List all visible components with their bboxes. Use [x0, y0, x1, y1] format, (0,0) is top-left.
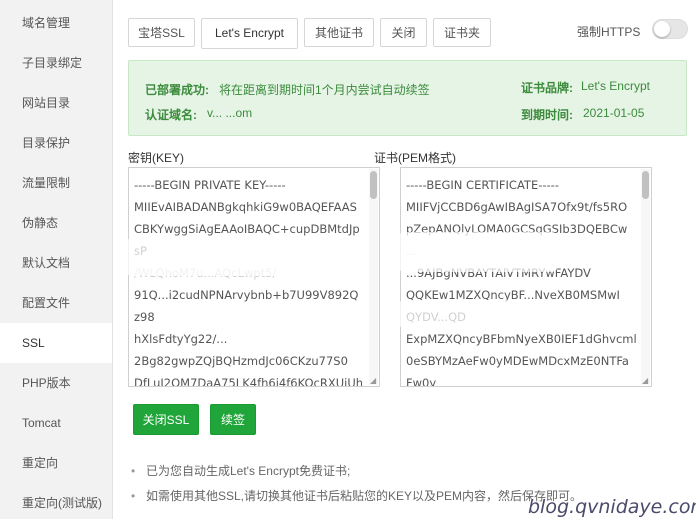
key-line: CBKYwggSiAgEAAoIBAQC+cupDBMtdJp [134, 222, 360, 236]
watermark: blog.qvnidaye.com [528, 496, 696, 518]
domain-value: v... ...om [207, 106, 253, 120]
redaction-blur [126, 238, 336, 276]
key-line: DfLuI2OM7DaA75LK4fh6i4f6KOcRXUiUh [134, 376, 364, 387]
tab-bt-ssl[interactable]: 宝塔SSL [128, 18, 195, 47]
force-https-label: 强制HTTPS [577, 25, 641, 39]
sidebar-item-php-version[interactable]: PHP版本 [0, 363, 112, 403]
ssl-notes: • 已为您自动生成Let's Encrypt免费证书; • 如需使用其他SSL,请切… [128, 462, 582, 512]
key-line: MIIEvAIBADANBgkqhkiG9w0BAQEFAAS [134, 200, 357, 214]
cert-line: MIIFVjCCBD6gAwIBAgISA7Ofx9t/fs5RO [406, 200, 628, 214]
expiry-label: 到期时间: [521, 108, 573, 122]
note-item: • 如需使用其他SSL,请切换其他证书后粘贴您的KEY以及PEM内容，然后保存即可… [128, 487, 582, 512]
tab-other-cert[interactable]: 其他证书 [304, 18, 374, 47]
bullet-icon: • [131, 489, 136, 503]
sidebar-item-dir-protect[interactable]: 目录保护 [0, 123, 112, 163]
cert-line: -----BEGIN CERTIFICATE----- [406, 178, 559, 192]
sidebar-list: 域名管理 子目录绑定 网站目录 目录保护 流量限制 伪静态 默认文档 配置文件 … [0, 3, 112, 523]
sidebar-item-redirect[interactable]: 重定向 [0, 443, 112, 483]
sidebar-item-redirect-beta[interactable]: 重定向(测试版) [0, 483, 112, 523]
key-line: hXlsFdtyYg22/... [134, 332, 228, 346]
key-scroll-thumb[interactable] [370, 171, 377, 199]
expiry-value: 2021-01-05 [583, 106, 645, 120]
sidebar-item-ssl[interactable]: SSL [0, 323, 112, 363]
note-item: • 已为您自动生成Let's Encrypt免费证书; [128, 462, 582, 487]
cert-textarea[interactable]: -----BEGIN CERTIFICATE----- MIIFVjCCBD6g… [400, 167, 652, 387]
cert-scroll-thumb[interactable] [642, 171, 649, 199]
note-text: 如需使用其他SSL,请切换其他证书后粘贴您的KEY以及PEM内容，然后保存即可。 [146, 489, 583, 503]
cert-label: 证书(PEM格式) [374, 151, 456, 165]
key-line: 2Bg82gwpZQjBQHzmdJc06CKzu77S0 [134, 354, 348, 368]
key-scrollbar[interactable] [369, 169, 378, 385]
sidebar-item-traffic-limit[interactable]: 流量限制 [0, 163, 112, 203]
key-label: 密钥(KEY) [128, 151, 185, 165]
redaction-blur [398, 300, 518, 328]
resize-handle-icon[interactable]: ◢ [642, 377, 650, 385]
redaction-blur [398, 232, 558, 272]
status-label: 已部署成功: [145, 83, 209, 97]
close-ssl-button[interactable]: 关闭SSL [133, 404, 199, 435]
note-text: 已为您自动生成Let's Encrypt免费证书; [146, 464, 351, 478]
cert-line: ExpMZXQncyBFbmNyeXB0IEF1dGhvcml [406, 332, 637, 346]
cert-line: Fw0y [406, 376, 437, 387]
key-textarea[interactable]: -----BEGIN PRIVATE KEY----- MIIEvAIBADAN… [128, 167, 380, 387]
brand-label: 证书品牌: [521, 81, 573, 95]
sidebar-item-tomcat[interactable]: Tomcat [0, 403, 112, 443]
bullet-icon: • [131, 464, 136, 478]
resize-handle-icon[interactable]: ◢ [370, 377, 378, 385]
domain-label: 认证域名: [145, 108, 197, 122]
cert-line: 0eSBYMzAeFw0yMDEwMDcxMzE0NTFa [406, 354, 629, 368]
sidebar-item-default-doc[interactable]: 默认文档 [0, 243, 112, 283]
ssl-status-box: 已部署成功: 将在距离到期时间1个月内尝试自动续签 认证域名: v... ...… [128, 60, 687, 136]
sidebar-item-config[interactable]: 配置文件 [0, 283, 112, 323]
sidebar-item-site-dir[interactable]: 网站目录 [0, 83, 112, 123]
sidebar-item-domain[interactable]: 域名管理 [0, 3, 112, 43]
key-line: z98 [134, 310, 155, 324]
status-text: 将在距离到期时间1个月内尝试自动续签 [219, 83, 430, 97]
sidebar: 域名管理 子目录绑定 网站目录 目录保护 流量限制 伪静态 默认文档 配置文件 … [0, 0, 113, 519]
tab-cert-folder[interactable]: 证书夹 [433, 18, 491, 47]
key-line: -----BEGIN PRIVATE KEY----- [134, 178, 286, 192]
cert-scrollbar[interactable] [641, 169, 650, 385]
sidebar-item-subdir[interactable]: 子目录绑定 [0, 43, 112, 83]
renew-button[interactable]: 续签 [210, 404, 256, 435]
brand-value: Let's Encrypt [581, 79, 650, 93]
key-line: 91Q...i2cudNPNArvybnb+b7U99V892Q [134, 288, 359, 302]
tab-lets-encrypt[interactable]: Let's Encrypt [201, 18, 298, 49]
sidebar-item-rewrite[interactable]: 伪静态 [0, 203, 112, 243]
force-https-toggle[interactable] [652, 19, 688, 39]
toggle-knob [654, 21, 670, 37]
tab-close[interactable]: 关闭 [380, 18, 427, 47]
